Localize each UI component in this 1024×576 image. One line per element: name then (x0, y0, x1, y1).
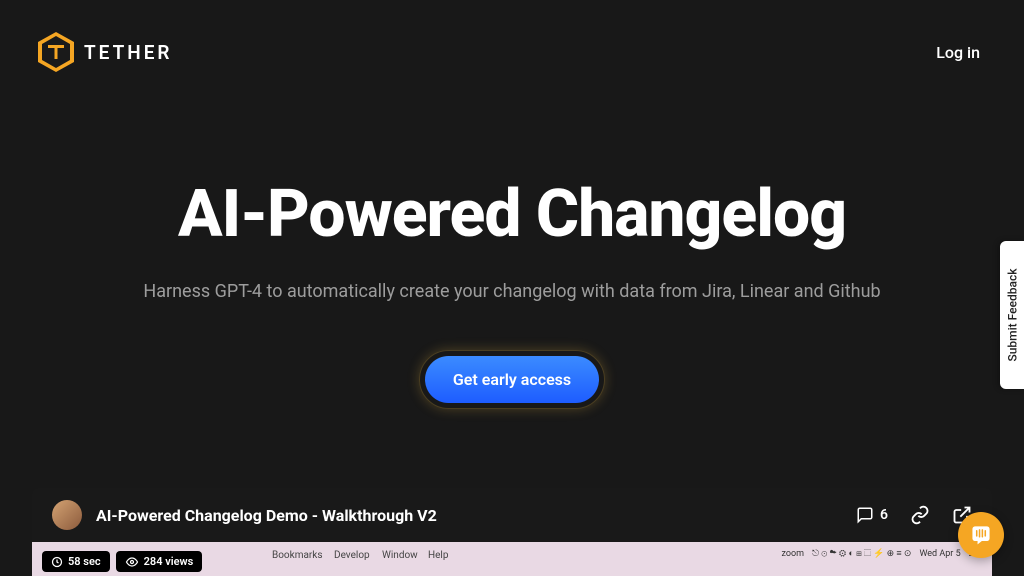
duration-pill: 58 sec (42, 551, 110, 572)
presenter-avatar (52, 500, 82, 530)
brand-name: TETHER (84, 41, 173, 64)
hexagon-logo-icon (36, 30, 76, 74)
copy-link-button[interactable] (910, 505, 930, 525)
submit-feedback-tab[interactable]: Submit Feedback (1000, 241, 1024, 389)
hero-subtitle: Harness GPT-4 to automatically create yo… (0, 281, 1024, 302)
eye-icon (125, 556, 139, 568)
menubar-date: Wed Apr 5 (919, 549, 960, 559)
login-link[interactable]: Log in (936, 43, 980, 62)
link-icon (910, 505, 930, 525)
menubar-item: Develop (334, 550, 370, 561)
get-early-access-button[interactable]: Get early access (425, 356, 599, 403)
clock-icon (51, 556, 63, 568)
intercom-icon (969, 523, 993, 547)
duration-text: 58 sec (68, 555, 101, 568)
intercom-launcher[interactable] (958, 512, 1004, 558)
menubar-zoom: zoom (781, 549, 804, 559)
feedback-label: Submit Feedback (1005, 268, 1019, 361)
views-text: 284 views (144, 555, 194, 568)
views-pill: 284 views (116, 551, 203, 572)
hero-title: AI-Powered Changelog (0, 176, 1024, 253)
menubar-item: Help (428, 550, 448, 561)
brand-logo[interactable]: TETHER (36, 30, 173, 74)
comment-count: 6 (880, 507, 888, 523)
comments-button[interactable]: 6 (856, 506, 888, 524)
cta-glow-ring: Get early access (419, 350, 605, 409)
video-thumbnail-menubar: Bookmarks Develop Window Help zoom ⎋ ⊙ ☁… (32, 542, 992, 576)
menubar-item: Bookmarks (272, 550, 323, 561)
demo-video-embed[interactable]: AI-Powered Changelog Demo - Walkthrough … (32, 488, 992, 576)
menubar-item: Window (382, 550, 418, 561)
comment-icon (856, 506, 874, 524)
video-title: AI-Powered Changelog Demo - Walkthrough … (96, 506, 437, 525)
